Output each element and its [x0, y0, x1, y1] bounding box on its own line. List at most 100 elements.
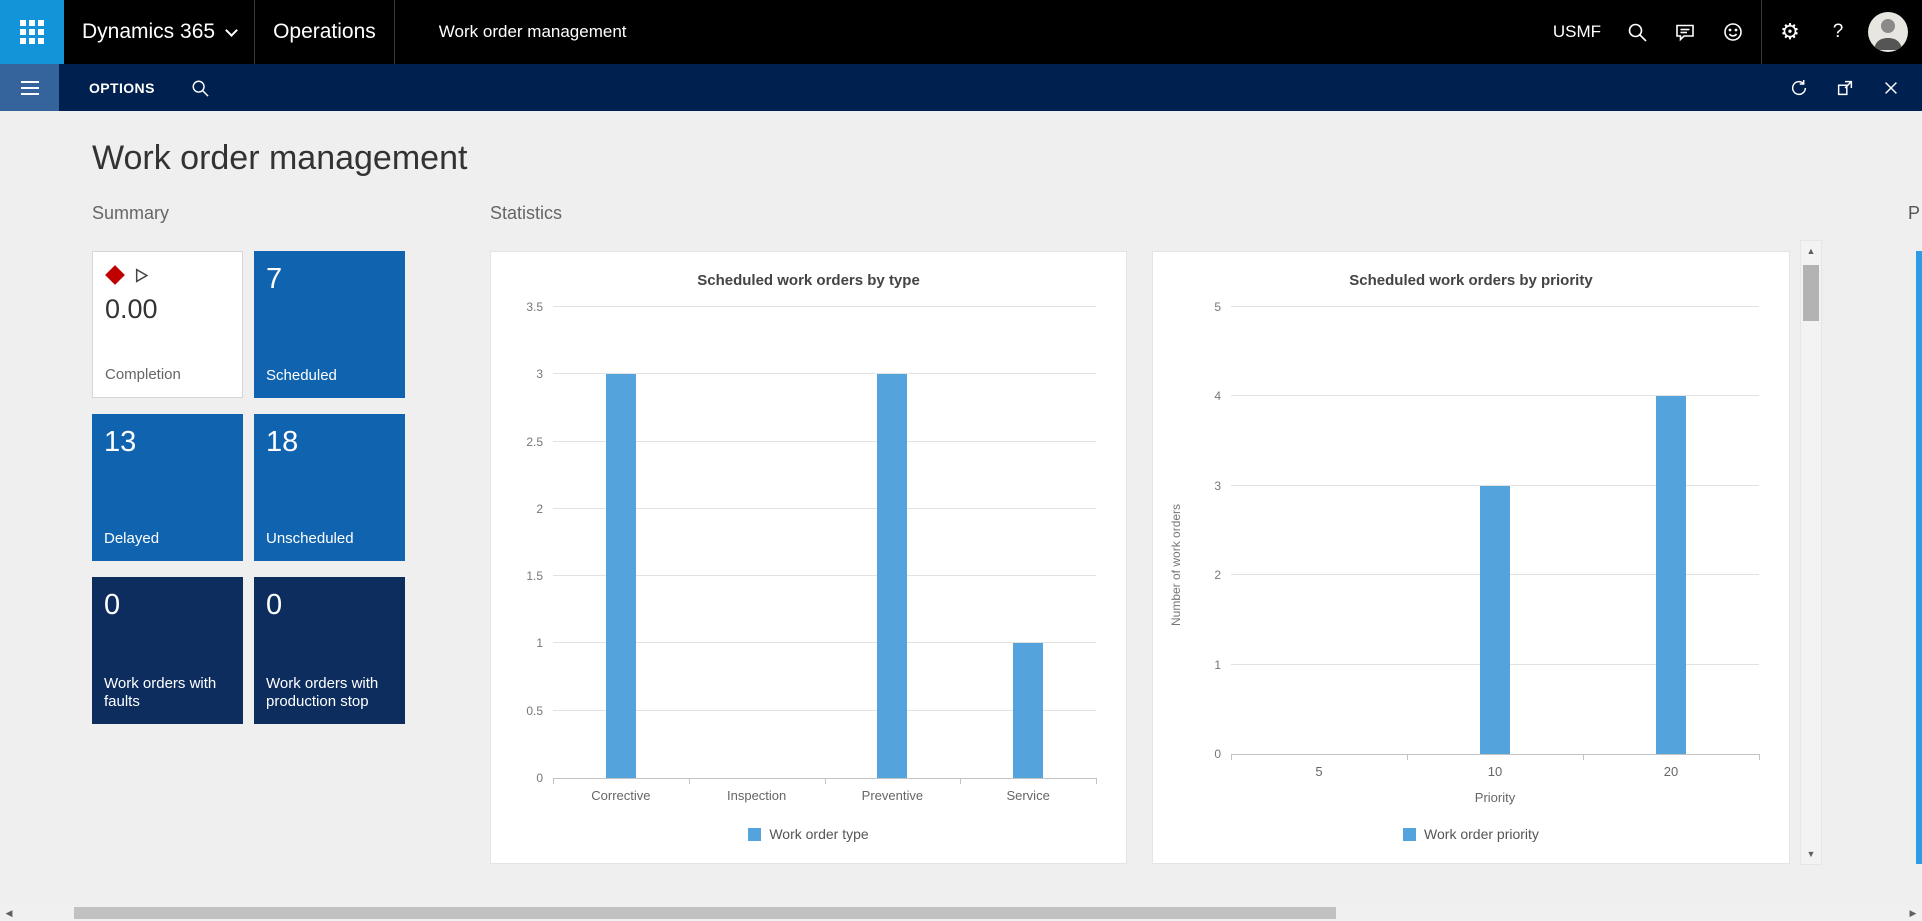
y-tick-label: 2 — [1214, 568, 1221, 582]
top-bar: Dynamics 365 Operations Work order manag… — [0, 0, 1922, 64]
axis-tick — [1231, 754, 1232, 760]
open-new-window-button[interactable] — [1822, 64, 1868, 111]
y-tick-label: 3 — [1214, 479, 1221, 493]
chart-work-orders-by-type: Scheduled work orders by type 00.511.522… — [490, 251, 1127, 864]
scroll-left-arrow-icon[interactable]: ◀ — [0, 905, 18, 921]
app-launcher-button[interactable] — [0, 0, 64, 64]
tile-value: 0.00 — [105, 294, 230, 325]
tile-unscheduled[interactable]: 18 Unscheduled — [254, 414, 405, 561]
divider — [394, 0, 395, 64]
legend-label: Work order type — [769, 826, 868, 842]
y-tick-label: 1 — [536, 636, 543, 650]
y-tick-label: 0.5 — [526, 704, 543, 718]
tile-label: Completion — [105, 366, 230, 387]
product-label[interactable]: Operations — [273, 20, 376, 44]
avatar[interactable] — [1868, 12, 1908, 52]
x-tick-label: Preventive — [862, 788, 923, 803]
tile-value: 13 — [104, 426, 231, 459]
horizontal-scrollbar[interactable]: ◀ ▶ — [0, 905, 1922, 921]
topbar-context-title: Work order management — [439, 22, 627, 42]
vertical-scrollbar-thumb[interactable] — [1803, 265, 1819, 321]
chart-body: Number of work orders Priority 012345510… — [1153, 289, 1789, 827]
nav-right-cluster — [1776, 64, 1914, 111]
chart-bar[interactable] — [1480, 486, 1510, 754]
feedback-button[interactable] — [1661, 0, 1709, 64]
next-section-partial-label: P — [1908, 203, 1920, 224]
axis-tick — [1583, 754, 1584, 760]
nav-menu-button[interactable] — [0, 64, 59, 111]
feedback-icon — [1675, 22, 1695, 42]
divider — [1761, 0, 1762, 64]
x-axis-title: Priority — [1475, 790, 1515, 805]
refresh-button[interactable] — [1776, 64, 1822, 111]
y-tick-label: 0 — [536, 771, 543, 785]
horizontal-scrollbar-thumb[interactable] — [74, 907, 1336, 919]
axis-tick — [1096, 778, 1097, 784]
axis-tick — [689, 778, 690, 784]
chart-bar[interactable] — [1013, 643, 1043, 778]
smiley-button[interactable] — [1709, 0, 1757, 64]
brand-menu[interactable]: Dynamics 365 — [82, 20, 236, 44]
y-tick-label: 3 — [536, 367, 543, 381]
axis-tick — [825, 778, 826, 784]
action-pane-bar: OPTIONS — [0, 64, 1922, 111]
tile-delayed[interactable]: 13 Delayed — [92, 414, 243, 561]
x-tick-label: 10 — [1488, 764, 1502, 779]
nav-search-button[interactable] — [191, 79, 209, 97]
gridline — [553, 306, 1096, 307]
legend-label: Work order priority — [1424, 826, 1539, 842]
gridline — [1231, 306, 1759, 307]
legend-swatch — [1403, 828, 1416, 841]
refresh-icon — [1789, 78, 1809, 98]
search-icon — [1627, 22, 1647, 42]
help-button[interactable]: ? — [1814, 0, 1862, 64]
chart-legend: Work order priority — [1153, 827, 1789, 863]
scroll-up-arrow-icon[interactable]: ▲ — [1801, 241, 1821, 261]
y-tick-label: 1 — [1214, 658, 1221, 672]
play-outline-icon — [134, 268, 149, 283]
close-button[interactable] — [1868, 64, 1914, 111]
y-tick-label: 2.5 — [526, 435, 543, 449]
y-tick-label: 0 — [1214, 747, 1221, 761]
summary-section-label: Summary — [92, 203, 169, 224]
user-photo-icon — [1868, 12, 1908, 52]
waffle-icon — [20, 20, 44, 44]
tile-work-orders-with-production-stop[interactable]: 0 Work orders with production stop — [254, 577, 405, 724]
company-selector[interactable]: USMF — [1553, 22, 1601, 42]
tile-work-orders-with-faults[interactable]: 0 Work orders with faults — [92, 577, 243, 724]
y-tick-label: 4 — [1214, 389, 1221, 403]
chart-work-orders-by-priority: Scheduled work orders by priority Number… — [1152, 251, 1790, 864]
tile-label: Scheduled — [266, 367, 393, 388]
divider — [254, 0, 255, 64]
tile-value: 0 — [104, 589, 231, 622]
tile-label: Work orders with faults — [104, 675, 231, 715]
y-tick-label: 5 — [1214, 300, 1221, 314]
settings-button[interactable]: ⚙ — [1766, 0, 1814, 64]
scroll-right-arrow-icon[interactable]: ▶ — [1904, 905, 1922, 921]
chart-bar[interactable] — [606, 374, 636, 778]
chart-plot: 00.511.522.533.5CorrectiveInspectionPrev… — [553, 307, 1096, 779]
vertical-scrollbar[interactable]: ▲ ▼ — [1800, 240, 1822, 865]
workspace-content: Work order management Summary Statistics… — [0, 111, 1922, 905]
brand-label: Dynamics 365 — [82, 20, 215, 44]
topbar-right-cluster: USMF ⚙ ? — [1553, 0, 1922, 64]
gear-icon: ⚙ — [1780, 21, 1800, 43]
page-title: Work order management — [92, 139, 467, 178]
chart-bar[interactable] — [877, 374, 907, 778]
tile-value: 0 — [266, 589, 393, 622]
chevron-down-icon — [225, 24, 238, 37]
chart-bar[interactable] — [1656, 396, 1686, 754]
tile-scheduled[interactable]: 7 Scheduled — [254, 251, 405, 398]
scroll-down-arrow-icon[interactable]: ▼ — [1801, 844, 1821, 864]
search-button[interactable] — [1613, 0, 1661, 64]
axis-tick — [960, 778, 961, 784]
statistics-section-label: Statistics — [490, 203, 562, 224]
y-tick-label: 2 — [536, 502, 543, 516]
search-icon — [191, 79, 209, 97]
x-tick-label: Inspection — [727, 788, 786, 803]
tile-completion[interactable]: 0.00 Completion — [92, 251, 243, 398]
options-menu[interactable]: OPTIONS — [89, 80, 155, 96]
next-section-tile-sliver — [1916, 251, 1922, 864]
tile-value: 18 — [266, 426, 393, 459]
summary-tiles: 0.00 Completion 7 Scheduled 13 Delayed 1… — [92, 251, 405, 724]
